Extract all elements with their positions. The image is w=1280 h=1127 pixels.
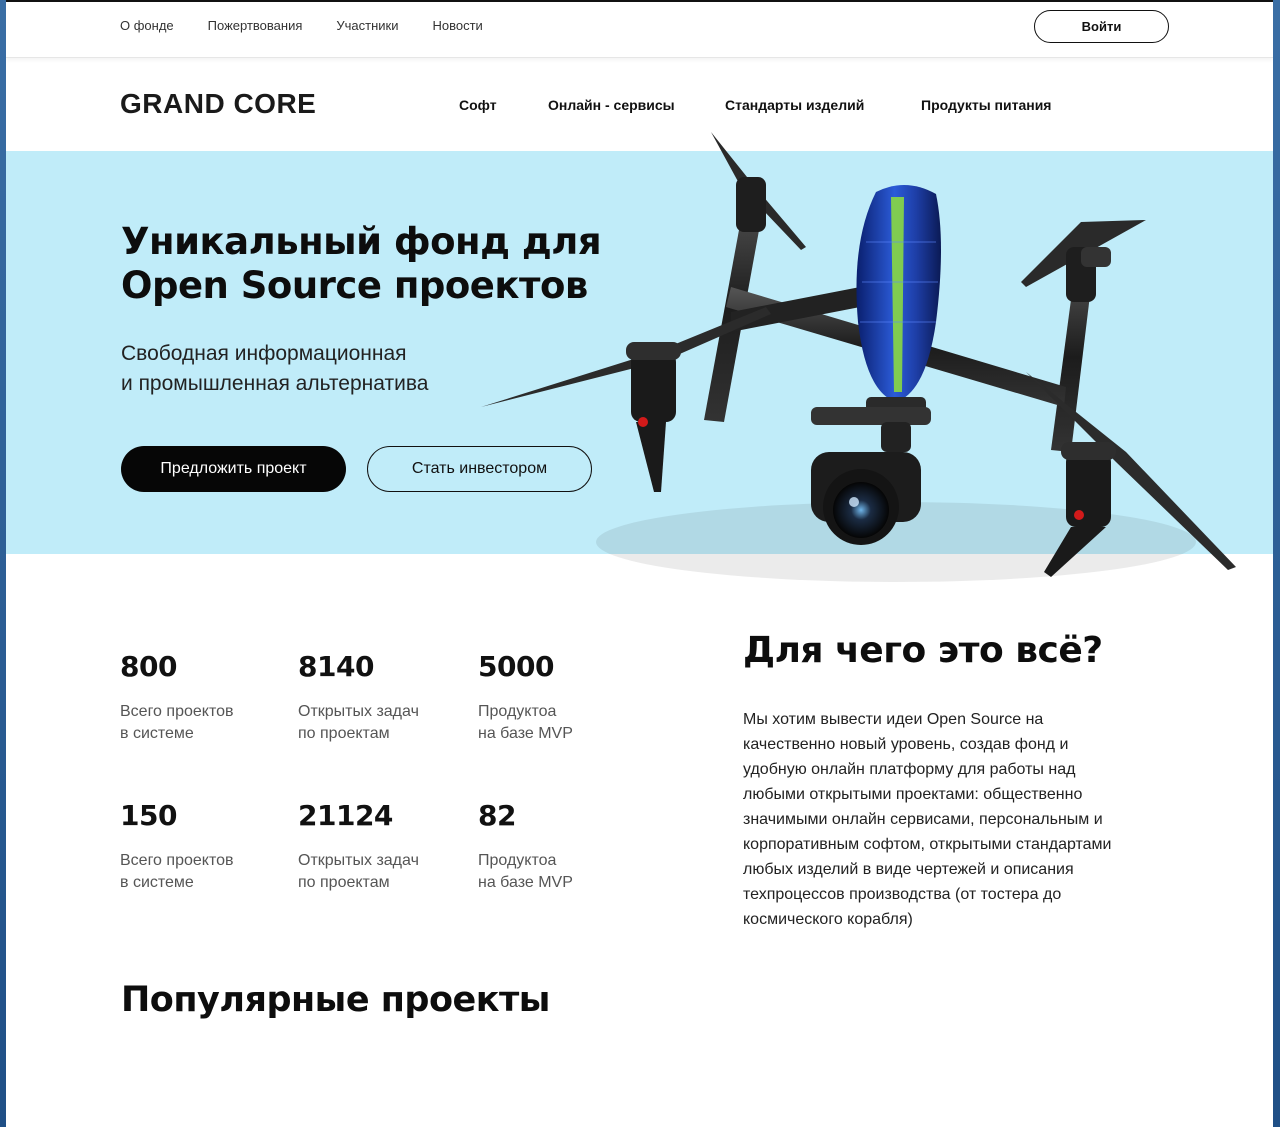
main-nav: Софт Онлайн - сервисы Стандарты изделий … [6, 97, 1273, 121]
stat-label-line: в системе [120, 725, 194, 742]
stat-item: 21124 Открытых задач по проектам [298, 799, 458, 894]
stat-label: Открытых задач по проектам [298, 850, 458, 894]
why-text-line: значимыми онлайн сервисами, персональным… [743, 811, 1103, 828]
top-nav-donations[interactable]: Пожертвования [208, 18, 303, 33]
stat-label-line: Открытых задач [298, 703, 419, 720]
top-nav-members[interactable]: Участники [336, 18, 398, 33]
why-text-line: космического корабля) [743, 911, 913, 928]
why-text-line: корпоративным софтом, открытыми стандарт… [743, 836, 1112, 853]
popular-projects-title: Популярные проекты [121, 980, 550, 1020]
stat-value: 82 [478, 799, 516, 832]
stat-label-line: Продуктоа [478, 703, 557, 720]
stat-item: 82 Продуктоа на базе MVP [478, 799, 638, 894]
hero-title-line-2: Open Source проектов [121, 264, 588, 307]
stat-label: Всего проектов в системе [120, 850, 280, 894]
top-nav-about[interactable]: О фонде [120, 18, 174, 33]
main-nav-soft[interactable]: Софт [459, 97, 497, 113]
main-nav-online-services[interactable]: Онлайн - сервисы [548, 97, 675, 113]
hero-subtitle-line-2: и промышленная альтернатива [121, 372, 429, 395]
hero-subtitle-line-1: Свободная информационная [121, 342, 407, 365]
login-button[interactable]: Войти [1034, 10, 1169, 43]
why-text-line: любыми открытыми проектами: общественно [743, 786, 1083, 803]
stat-item: 8140 Открытых задач по проектам [298, 650, 458, 745]
stat-item: 150 Всего проектов в системе [120, 799, 280, 894]
page: О фонде Пожертвования Участники Новости … [6, 2, 1273, 1127]
become-investor-button[interactable]: Стать инвестором [367, 446, 592, 492]
stat-label: Всего проектов в системе [120, 701, 280, 745]
top-nav: О фонде Пожертвования Участники Новости [120, 18, 517, 33]
stat-label-line: в системе [120, 874, 194, 891]
stat-label-line: по проектам [298, 874, 390, 891]
stat-value: 21124 [298, 799, 393, 832]
stat-value: 5000 [478, 650, 554, 683]
why-text-line: Мы хотим вывести идеи Open Source на [743, 711, 1044, 728]
drone-image [481, 132, 1236, 582]
stat-label-line: Всего проектов [120, 852, 234, 869]
why-text-line: качественно новый уровень, создав фонд и [743, 736, 1069, 753]
stat-label-line: на базе MVP [478, 725, 573, 742]
main-nav-product-standards[interactable]: Стандарты изделий [725, 97, 864, 113]
hero-subtitle: Свободная информационная и промышленная … [121, 339, 428, 399]
hero-title: Уникальный фонд для Open Source проектов [121, 220, 602, 308]
hero-title-line-1: Уникальный фонд для [121, 220, 602, 263]
top-bar: О фонде Пожертвования Участники Новости … [6, 2, 1273, 58]
stat-item: 800 Всего проектов в системе [120, 650, 280, 745]
main-nav-food-products[interactable]: Продукты питания [921, 97, 1051, 113]
stat-value: 150 [120, 799, 177, 832]
why-text-line: любых изделий в виде чертежей и описания [743, 861, 1074, 878]
stat-item: 5000 Продуктоа на базе MVP [478, 650, 638, 745]
why-title: Для чего это всё? [743, 630, 1103, 671]
why-text-line: удобную онлайн платформу для работы над [743, 761, 1076, 778]
stat-value: 8140 [298, 650, 374, 683]
stat-label-line: Открытых задач [298, 852, 419, 869]
propose-project-button[interactable]: Предложить проект [121, 446, 346, 492]
stat-label-line: по проектам [298, 725, 390, 742]
stat-label-line: на базе MVP [478, 874, 573, 891]
why-text-line: техпроцессов производства (от тостера до [743, 886, 1062, 903]
top-nav-news[interactable]: Новости [432, 18, 482, 33]
stat-label-line: Всего проектов [120, 703, 234, 720]
why-text: Мы хотим вывести идеи Open Source на кач… [743, 707, 1173, 932]
stat-label: Продуктоа на базе MVP [478, 701, 638, 745]
stat-label-line: Продуктоа [478, 852, 557, 869]
stat-label: Продуктоа на базе MVP [478, 850, 638, 894]
window-frame-right [1273, 0, 1280, 1127]
stat-value: 800 [120, 650, 177, 683]
stat-label: Открытых задач по проектам [298, 701, 458, 745]
